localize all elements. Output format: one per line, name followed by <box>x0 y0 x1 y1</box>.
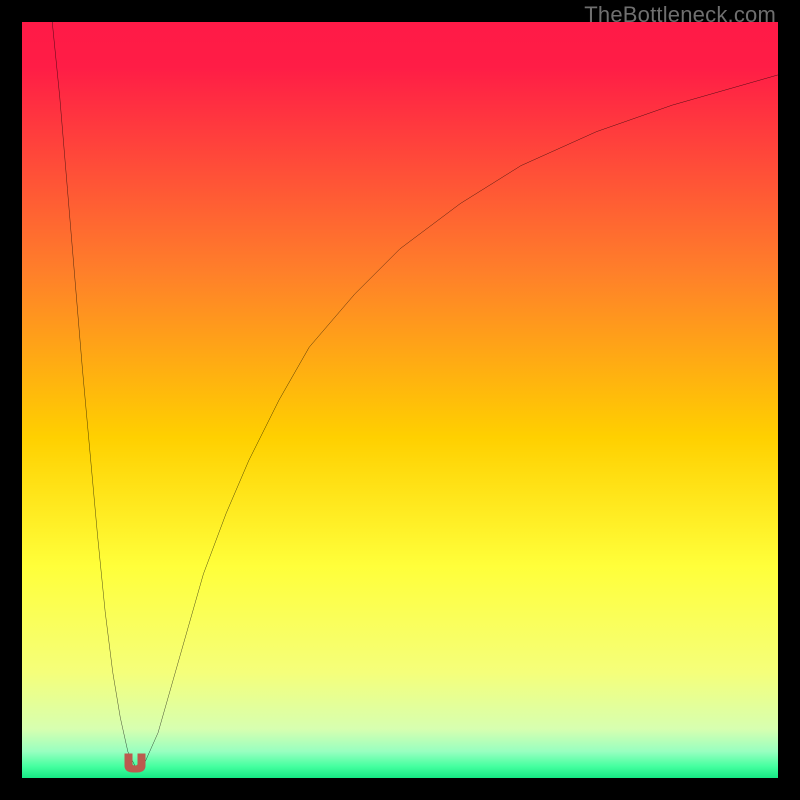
background-gradient <box>22 22 778 778</box>
chart-frame: TheBottleneck.com <box>0 0 800 800</box>
watermark-text: TheBottleneck.com <box>584 2 776 28</box>
plot-area <box>22 22 778 778</box>
